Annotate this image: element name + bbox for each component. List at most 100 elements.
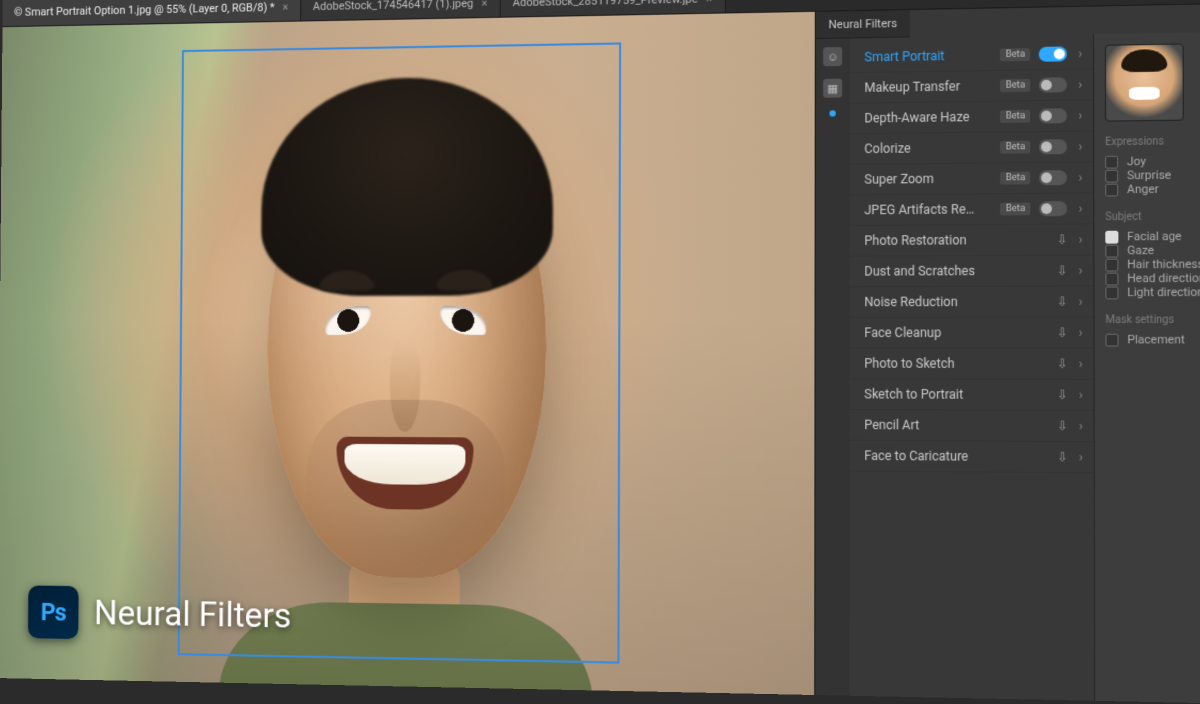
filter-row[interactable]: Smart Portrait Beta › — [850, 39, 1093, 74]
cloud-download-icon[interactable]: ⇩ — [1057, 356, 1068, 371]
filter-row[interactable]: Makeup Transfer Beta › — [850, 69, 1093, 103]
property-label: Joy — [1127, 154, 1146, 168]
chevron-right-icon: › — [1077, 387, 1083, 402]
property-checkbox[interactable]: Hair thickness — [1105, 257, 1200, 271]
filter-toggle[interactable] — [1039, 201, 1067, 216]
canvas[interactable]: Ps Neural Filters — [0, 12, 815, 695]
chevron-right-icon: › — [1076, 46, 1082, 61]
section-header: Expressions — [1105, 135, 1200, 148]
property-checkbox[interactable]: Gaze — [1105, 243, 1200, 258]
property-checkbox[interactable]: Joy — [1105, 154, 1200, 169]
checkbox-icon — [1105, 244, 1118, 257]
filter-name: Makeup Transfer — [864, 78, 991, 95]
beta-badge: Beta — [1000, 172, 1030, 185]
section-header: Mask settings — [1105, 314, 1200, 326]
chevron-right-icon: › — [1076, 201, 1082, 216]
cloud-download-icon[interactable]: ⇩ — [1057, 294, 1068, 309]
cloud-download-icon[interactable]: ⇩ — [1057, 418, 1068, 433]
chevron-right-icon: › — [1077, 418, 1083, 433]
section-header: Subject — [1105, 211, 1200, 224]
cloud-download-icon[interactable]: ⇩ — [1057, 449, 1068, 464]
chevron-right-icon: › — [1076, 263, 1082, 278]
property-checkbox[interactable]: Surprise — [1105, 168, 1200, 183]
filter-name: Smart Portrait — [864, 48, 991, 65]
beta-badge: Beta — [1000, 202, 1030, 215]
checkbox-icon — [1105, 183, 1118, 196]
cloud-download-icon[interactable]: ⇩ — [1057, 263, 1068, 278]
chevron-right-icon: › — [1076, 170, 1082, 185]
checkbox-icon — [1105, 258, 1118, 271]
filter-name: Face Cleanup — [864, 325, 1048, 340]
chevron-right-icon: › — [1076, 232, 1082, 247]
panel-tab[interactable]: Neural Filters — [816, 10, 910, 39]
brand-overlay: Ps Neural Filters — [28, 585, 292, 642]
chevron-right-icon: › — [1076, 77, 1082, 92]
filter-name: Pencil Art — [864, 417, 1048, 433]
filter-toggle[interactable] — [1039, 139, 1067, 154]
filter-name: Face to Caricature — [864, 448, 1048, 464]
property-label: Gaze — [1127, 243, 1154, 257]
property-checkbox[interactable]: Light direction — [1105, 285, 1200, 299]
property-checkbox[interactable]: Facial age — [1105, 229, 1200, 244]
filter-toggle[interactable] — [1039, 46, 1067, 61]
filter-row[interactable]: JPEG Artifacts Re…Beta› — [849, 193, 1093, 226]
filter-row[interactable]: Noise Reduction ⇩ › — [849, 287, 1093, 318]
close-icon[interactable]: × — [481, 0, 487, 10]
filter-toggle[interactable] — [1039, 108, 1067, 123]
filters-list: Smart Portrait Beta › Makeup Transfer Beta › D… — [849, 34, 1094, 701]
filter-row[interactable]: Super Zoom Beta › — [849, 162, 1093, 195]
beta-badge: Beta — [1000, 110, 1030, 123]
logo-text: Ps — [41, 598, 66, 627]
cloud-download-icon[interactable]: ⇩ — [1057, 387, 1068, 402]
property-label: Light direction — [1127, 285, 1200, 299]
filter-row[interactable]: Depth-Aware HazeBeta› — [850, 100, 1094, 134]
property-label: Hair thickness — [1127, 257, 1200, 271]
filter-name: Depth-Aware Haze — [864, 109, 991, 125]
chevron-right-icon: › — [1076, 294, 1082, 309]
property-label: Placement — [1127, 333, 1185, 347]
property-label: Head direction — [1127, 271, 1200, 285]
filter-row[interactable]: Photo to Sketch⇩› — [849, 349, 1093, 380]
filter-name: Noise Reduction — [864, 294, 1048, 309]
chevron-right-icon: › — [1077, 450, 1083, 465]
beta-badge: Beta — [1000, 48, 1030, 61]
overlay-title: Neural Filters — [94, 593, 292, 637]
checkbox-icon — [1105, 155, 1118, 168]
filter-row[interactable]: ColorizeBeta› — [850, 131, 1094, 164]
filter-row[interactable]: Photo Restoration ⇩ › — [849, 224, 1093, 256]
beta-badge: Beta — [1000, 141, 1030, 154]
filter-toggle[interactable] — [1039, 77, 1067, 92]
cloud-download-icon[interactable]: ⇩ — [1057, 232, 1068, 247]
beta-badge: Beta — [1000, 79, 1030, 92]
property-label: Facial age — [1127, 229, 1182, 243]
property-label: Surprise — [1127, 168, 1171, 182]
filter-name: Super Zoom — [864, 171, 991, 187]
photoshop-logo-icon: Ps — [28, 585, 79, 639]
property-checkbox[interactable]: Head direction — [1105, 271, 1200, 285]
panel-icon-rail: ☺ ▦ — [815, 38, 849, 695]
filter-row[interactable]: Dust and Scratches⇩› — [849, 256, 1093, 288]
checkbox-icon — [1105, 286, 1118, 299]
filter-row[interactable]: Face to Caricature ⇩ › — [849, 441, 1093, 474]
filter-name: Photo Restoration — [864, 232, 1048, 248]
tab-label: AdobeStock_285119759_Preview.jpe — [513, 0, 698, 9]
portrait-subject — [250, 97, 562, 622]
checkbox-icon — [1105, 169, 1118, 182]
close-icon[interactable]: × — [282, 0, 288, 13]
cloud-download-icon[interactable]: ⇩ — [1057, 325, 1068, 340]
property-checkbox[interactable]: Anger — [1105, 182, 1200, 197]
checkbox-icon — [1105, 272, 1118, 285]
filter-toggle[interactable] — [1039, 170, 1067, 185]
tab-label: © Smart Portrait Option 1.jpg @ 55% (Lay… — [14, 1, 275, 19]
filter-row[interactable]: Face Cleanup⇩› — [849, 318, 1093, 349]
filter-row[interactable]: Sketch to Portrait⇩› — [849, 379, 1093, 411]
face-thumbnail[interactable] — [1105, 43, 1184, 121]
chevron-right-icon: › — [1076, 139, 1082, 154]
landscape-icon[interactable]: ▦ — [823, 79, 842, 98]
filter-row[interactable]: Pencil Art ⇩ › — [849, 410, 1093, 442]
main-area: Ps Neural Filters Neural Filters ☺ ▦ Sma… — [0, 4, 1200, 704]
property-checkbox[interactable]: Placement — [1105, 333, 1200, 347]
close-icon[interactable]: × — [706, 0, 712, 6]
portrait-icon[interactable]: ☺ — [823, 47, 842, 66]
app-window: © Smart Portrait Option 1.jpg @ 55% (Lay… — [0, 0, 1200, 704]
